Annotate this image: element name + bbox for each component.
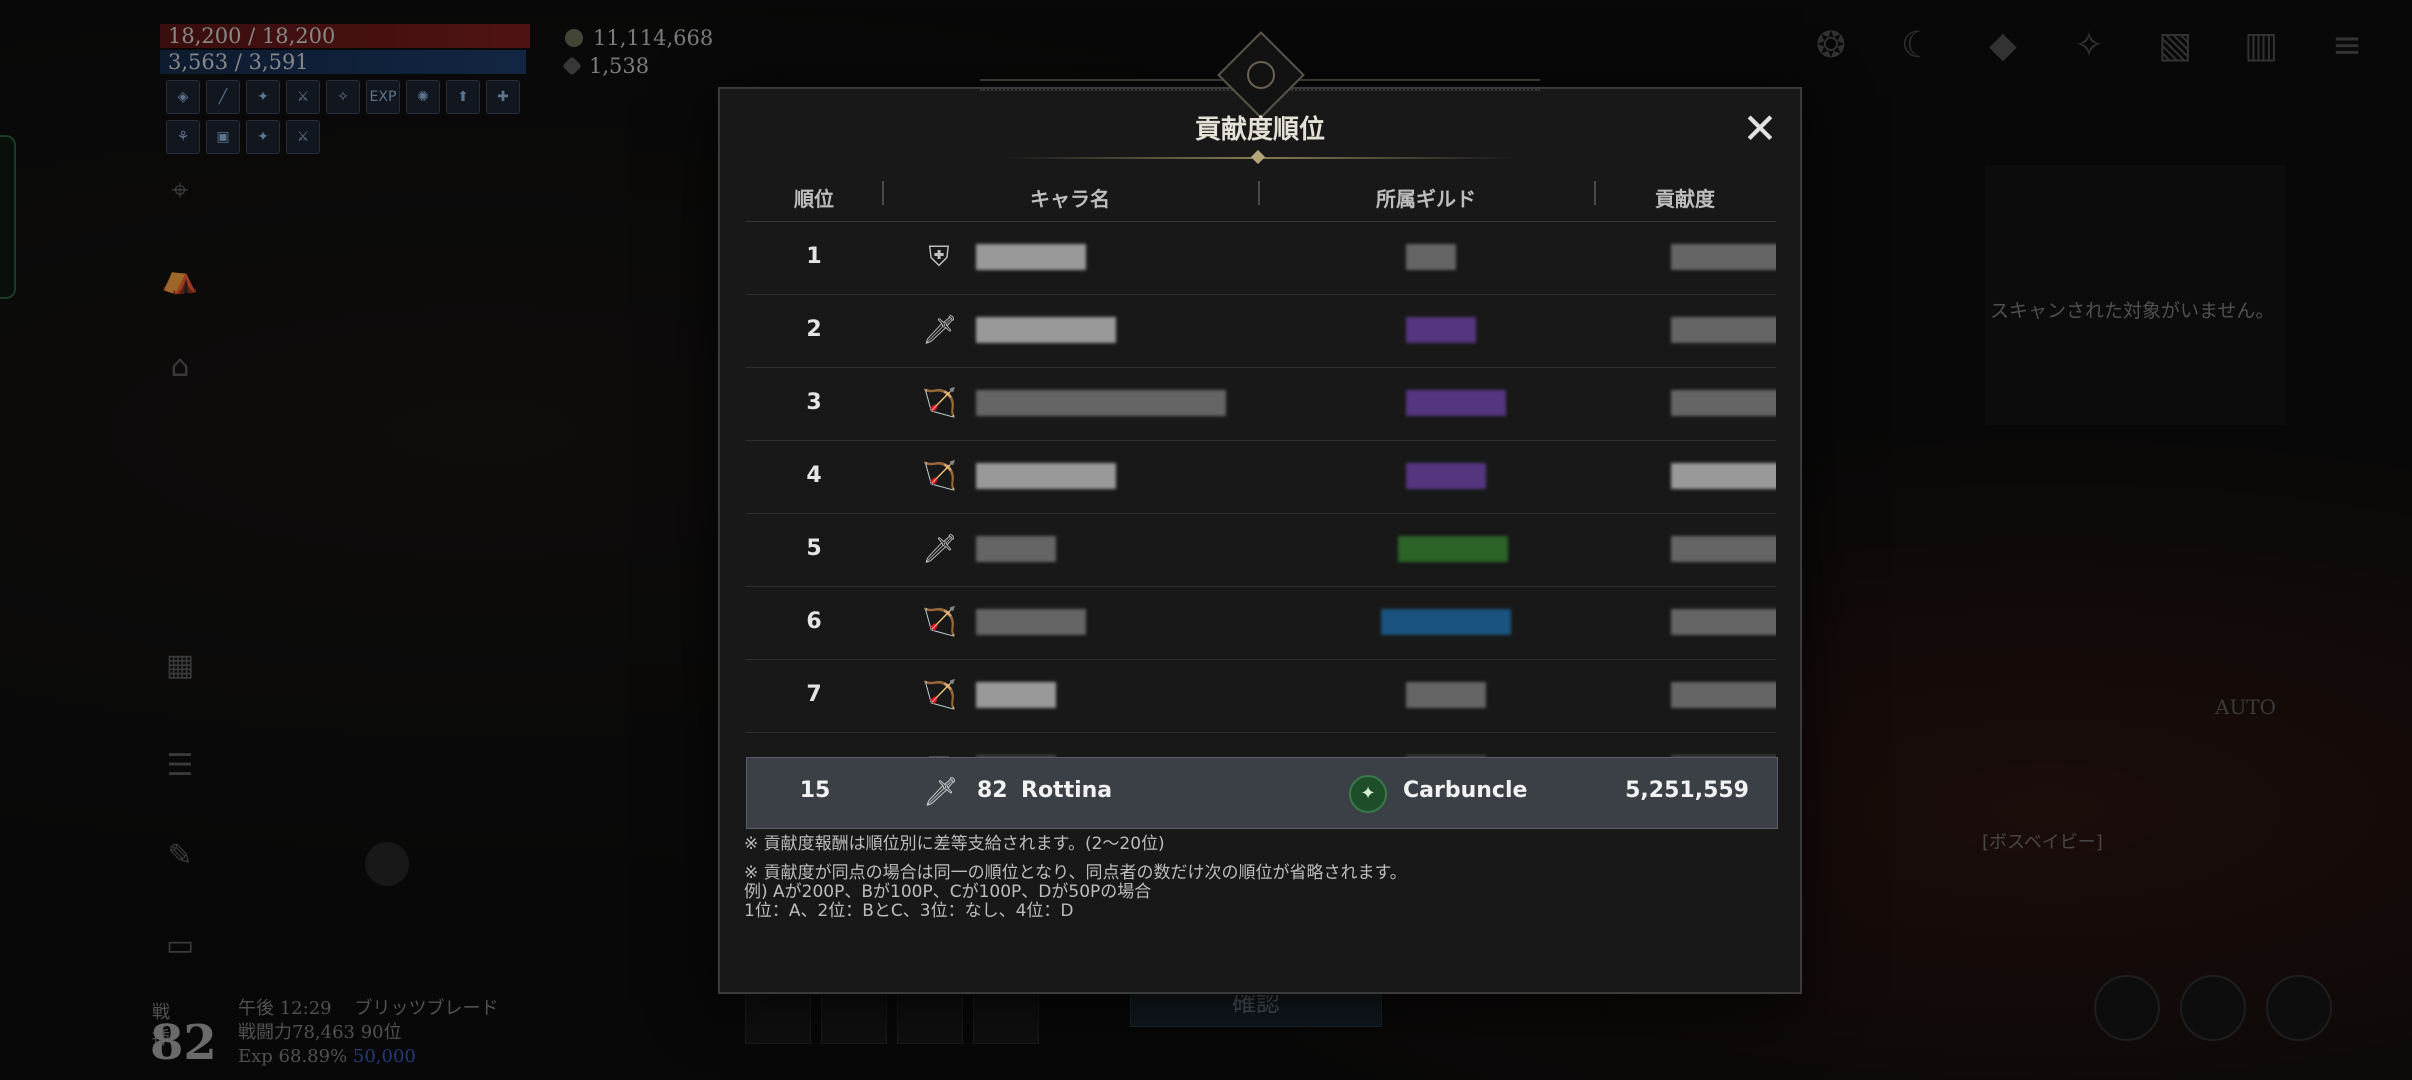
censored-contribution bbox=[1671, 536, 1776, 562]
censored-guild bbox=[1398, 536, 1508, 562]
censored-guild bbox=[1406, 463, 1486, 489]
row-rank: 2 bbox=[806, 317, 822, 342]
ranking-row: 8⛨ bbox=[746, 733, 1776, 757]
censored-name bbox=[976, 609, 1086, 635]
row-rank: 7 bbox=[806, 682, 822, 707]
note-reward: ※ 貢献度報酬は順位別に差等支給されます。(2〜20位) bbox=[744, 834, 1165, 854]
censored-name bbox=[976, 390, 1226, 416]
table-header: 順位 キャラ名 所属ギルド 貢献度 bbox=[746, 167, 1776, 222]
censored-contribution bbox=[1671, 390, 1776, 416]
guild-emblem-icon: ✦ bbox=[1349, 775, 1387, 813]
my-level: 82 bbox=[977, 778, 1008, 803]
ranking-row: 6 🏹 bbox=[746, 587, 1776, 660]
my-guild-name: Carbuncle bbox=[1403, 778, 1528, 803]
contribution-ranking-dialog: 貢献度順位 ✕ 順位 キャラ名 所属ギルド 貢献度 1 ⛨ 2 🗡 3 🏹 4 🏹 5 🗡 6 🏹 7 🏹… bbox=[718, 31, 1802, 994]
class-icon: 🏹 bbox=[922, 605, 957, 638]
header-guild: 所属ギルド bbox=[1376, 187, 1476, 211]
ranking-row: 7 🏹 bbox=[746, 660, 1776, 733]
my-rank: 15 bbox=[799, 778, 831, 803]
ranking-row: 5 🗡 bbox=[746, 514, 1776, 587]
header-contribution: 貢献度 bbox=[1655, 187, 1715, 211]
row-rank: 4 bbox=[806, 463, 822, 488]
dialog-title: 貢献度順位 bbox=[1194, 115, 1325, 145]
row-rank: 5 bbox=[806, 536, 822, 561]
ranking-row: 1 ⛨ bbox=[746, 222, 1776, 295]
notes: ※ 貢献度報酬は順位別に差等支給されます。(2〜20位) ※ 貢献度が同点の場合… bbox=[744, 835, 1407, 921]
class-icon: 🗡 bbox=[922, 313, 958, 346]
censored-contribution bbox=[1671, 609, 1776, 635]
row-rank: 6 bbox=[806, 609, 822, 634]
censored-name bbox=[976, 682, 1056, 708]
class-icon: 🏹 bbox=[922, 386, 957, 419]
censored-guild bbox=[1406, 390, 1506, 416]
censored-name bbox=[976, 244, 1086, 270]
note-example: 例) Aが200P、Bが100P、Cが100P、Dが50Pの場合 bbox=[744, 882, 1152, 902]
title-divider-gem bbox=[1250, 149, 1266, 165]
class-icon: 🏹 bbox=[922, 459, 957, 492]
note-tie: ※ 貢献度が同点の場合は同一の順位となり、同点者の数だけ次の順位が省略されます。 bbox=[744, 863, 1407, 883]
my-character-name: Rottina bbox=[1021, 778, 1113, 803]
ranking-list[interactable]: 1⛨2🗡3🏹4🏹5🗡6🏹7🏹8⛨ bbox=[746, 222, 1776, 757]
censored-name bbox=[976, 317, 1116, 343]
ranking-row: 2 🗡 bbox=[746, 295, 1776, 368]
censored-name bbox=[976, 536, 1056, 562]
censored-guild bbox=[1406, 244, 1456, 270]
censored-name bbox=[976, 463, 1116, 489]
ranking-table: 順位 キャラ名 所属ギルド 貢献度 1⛨2🗡3🏹4🏹5🗡6🏹7🏹8⛨ bbox=[746, 167, 1776, 757]
class-icon: 🗡 bbox=[922, 532, 958, 565]
censored-contribution bbox=[1671, 317, 1776, 343]
censored-guild bbox=[1406, 317, 1476, 343]
ranking-row: 3 🏹 bbox=[746, 368, 1776, 441]
censored-contribution bbox=[1671, 244, 1776, 270]
censored-contribution bbox=[1671, 463, 1776, 489]
row-rank: 1 bbox=[806, 244, 822, 269]
censored-contribution bbox=[1671, 682, 1776, 708]
ranking-row: 4 🏹 bbox=[746, 441, 1776, 514]
close-button[interactable]: ✕ bbox=[1740, 108, 1780, 150]
header-rank: 順位 bbox=[794, 187, 834, 211]
my-ranking-row: 15 🗡 82 Rottina ✦ Carbuncle 5,251,559 bbox=[746, 757, 1778, 829]
censored-guild bbox=[1381, 609, 1511, 635]
row-rank: 3 bbox=[806, 390, 822, 415]
note-example-result: 1位：A、2位：BとC、3位：なし、4位：D bbox=[744, 901, 1074, 921]
class-icon: ⛨ bbox=[928, 240, 950, 273]
class-icon: 🏹 bbox=[922, 678, 957, 711]
my-contribution: 5,251,559 bbox=[1625, 778, 1749, 803]
censored-guild bbox=[1406, 682, 1486, 708]
header-char-name: キャラ名 bbox=[1030, 187, 1110, 211]
sword-class-icon: 🗡 bbox=[923, 775, 959, 808]
